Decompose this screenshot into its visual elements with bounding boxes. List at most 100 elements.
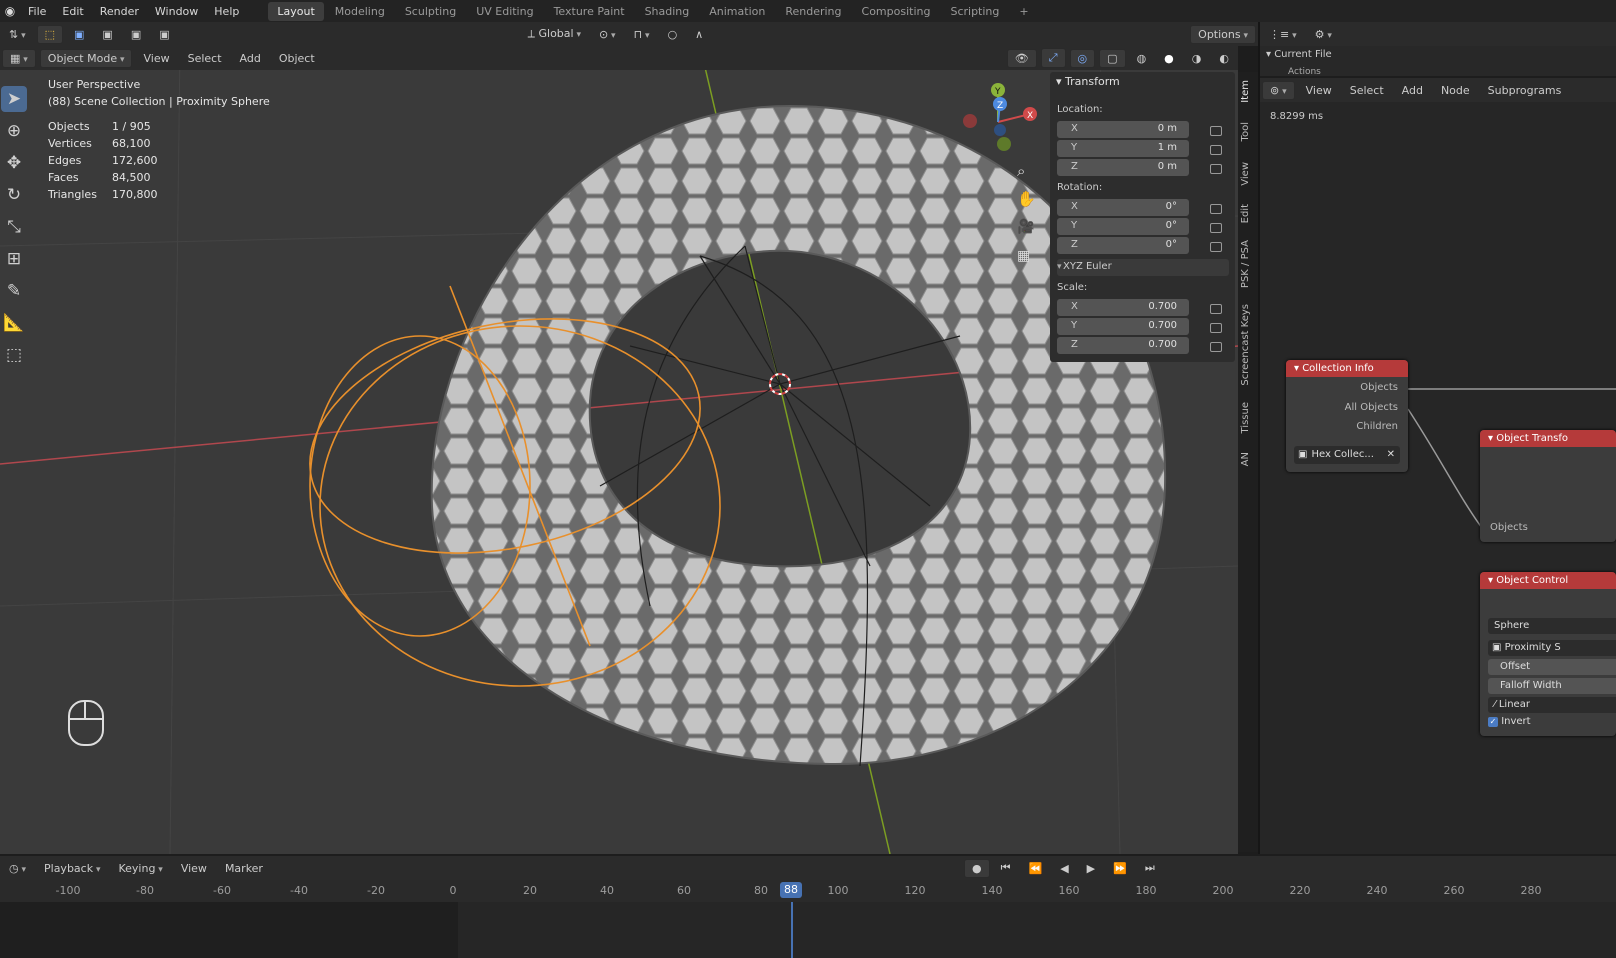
cursor-tool-icon[interactable]: ⊕: [1, 118, 27, 144]
lock-scale-y-icon[interactable]: [1210, 323, 1222, 333]
select-mode-new-icon[interactable]: ▣: [67, 26, 91, 43]
node-editor[interactable]: ⊚ View Select Add Node Subprograms 8.829…: [1260, 78, 1616, 854]
object-controller-header[interactable]: ▾ Object Control: [1480, 572, 1616, 589]
scale-y-field[interactable]: Y 0.700: [1057, 318, 1189, 335]
add-cube-tool-icon[interactable]: ⬚: [1, 342, 27, 368]
gizmo-toggle-icon[interactable]: ⤢: [1040, 48, 1066, 68]
select-mode-invert-icon[interactable]: ▣: [152, 26, 176, 43]
rotation-y-field[interactable]: Y 0°: [1057, 218, 1189, 235]
add-workspace-button[interactable]: +: [1010, 2, 1037, 21]
ortho-toggle-icon[interactable]: ▦: [1017, 248, 1030, 264]
editor-type-button[interactable]: ▦: [2, 48, 36, 68]
workspace-tab-compositing[interactable]: Compositing: [853, 2, 940, 21]
tab-tool[interactable]: Tool: [1240, 122, 1251, 141]
workspace-tab-scripting[interactable]: Scripting: [941, 2, 1008, 21]
timeline-ruler[interactable]: -100 -80 -60 -40 -20 0 20 40 60 80 100 1…: [0, 880, 1616, 902]
rotation-x-field[interactable]: X 0°: [1057, 199, 1189, 216]
scale-x-field[interactable]: X 0.700: [1057, 299, 1189, 316]
select-mode-subtract-icon[interactable]: ▣: [124, 26, 148, 43]
jump-keyframe-forward-icon[interactable]: ⏩: [1106, 860, 1134, 877]
falloff-icon[interactable]: ∧: [688, 26, 710, 43]
timeline-view-menu[interactable]: View: [174, 860, 214, 877]
jump-start-icon[interactable]: ⏮: [994, 859, 1018, 877]
pivot-point-icon[interactable]: ⊙: [592, 26, 623, 43]
annotate-tool-icon[interactable]: ✎: [1, 278, 27, 304]
select-tool-icon[interactable]: ⬚: [36, 24, 64, 44]
workspace-tab-modeling[interactable]: Modeling: [326, 2, 394, 21]
workspace-tab-animation[interactable]: Animation: [700, 2, 774, 21]
object-transforms-header[interactable]: ▾ Object Transfo: [1480, 430, 1616, 447]
workspace-tab-layout[interactable]: Layout: [268, 1, 324, 21]
transform-tool-icon[interactable]: ⊞: [1, 246, 27, 272]
invert-checkbox[interactable]: ✓ Invert: [1488, 716, 1531, 727]
measure-tool-icon[interactable]: 📐: [1, 310, 27, 336]
rotation-z-field[interactable]: Z 0°: [1057, 237, 1189, 254]
options-dropdown[interactable]: Options: [1190, 24, 1256, 44]
lock-location-z-icon[interactable]: [1210, 164, 1222, 174]
visibility-icon[interactable]: 👁: [1006, 48, 1037, 68]
overlay-toggle-icon[interactable]: ◎: [1069, 48, 1096, 68]
navigation-gizmo[interactable]: X Y Z: [958, 82, 1038, 162]
collection-info-node[interactable]: ▾ Collection Info Objects All Objects Ch…: [1286, 360, 1408, 472]
play-icon[interactable]: ▶: [1080, 860, 1102, 877]
location-x-field[interactable]: X0 m: [1057, 121, 1189, 138]
play-reverse-icon[interactable]: ◀: [1053, 860, 1075, 877]
shading-solid-icon[interactable]: ●: [1157, 50, 1181, 67]
camera-view-icon[interactable]: 🎥: [1017, 219, 1034, 235]
outliner-display-mode-icon[interactable]: ⚙: [1308, 26, 1339, 43]
interpolation-field[interactable]: ⁄ Linear: [1488, 697, 1616, 713]
move-tool-icon[interactable]: ✥: [1, 150, 27, 176]
proportional-edit-icon[interactable]: ○: [661, 26, 685, 43]
tab-tissue[interactable]: Tissue: [1240, 402, 1251, 434]
blender-logo-icon[interactable]: ◉: [0, 4, 20, 18]
jump-keyframe-back-icon[interactable]: ⏪: [1021, 860, 1049, 877]
object-controller-node[interactable]: ▾ Object Control Sphere ▣ Proximity S Of…: [1480, 572, 1616, 736]
zoom-icon[interactable]: ⌕: [1017, 162, 1025, 180]
lock-scale-x-icon[interactable]: [1210, 304, 1222, 314]
outliner-editor-type-icon[interactable]: ⋮≡: [1262, 26, 1304, 43]
viewport-menu-object[interactable]: Object: [272, 50, 322, 67]
shading-material-icon[interactable]: ◑: [1185, 50, 1209, 67]
proximity-object-field[interactable]: ▣ Proximity S: [1488, 640, 1616, 656]
workspace-tab-shading[interactable]: Shading: [636, 2, 699, 21]
lock-location-x-icon[interactable]: [1210, 126, 1222, 136]
lock-rotation-z-icon[interactable]: [1210, 242, 1222, 252]
menu-file[interactable]: File: [20, 5, 54, 18]
select-box-tool-icon[interactable]: ➤: [1, 86, 27, 112]
jump-end-icon[interactable]: ⏭: [1138, 859, 1162, 877]
object-mode-dropdown[interactable]: Object Mode: [39, 48, 133, 68]
timeline-body[interactable]: [0, 902, 1616, 958]
workspace-tab-sculpting[interactable]: Sculpting: [396, 2, 465, 21]
viewport-menu-select[interactable]: Select: [181, 50, 229, 67]
transform-panel-header[interactable]: ▾ Transform: [1056, 75, 1120, 88]
xray-toggle-icon[interactable]: ▢: [1099, 48, 1126, 68]
workspace-tab-uv-editing[interactable]: UV Editing: [467, 2, 542, 21]
menu-window[interactable]: Window: [147, 5, 206, 18]
scale-z-field[interactable]: Z 0.700: [1057, 337, 1189, 354]
lock-rotation-x-icon[interactable]: [1210, 204, 1222, 214]
rotate-tool-icon[interactable]: ↻: [1, 182, 27, 208]
select-mode-extend-icon[interactable]: ▣: [95, 26, 119, 43]
menu-help[interactable]: Help: [206, 5, 247, 18]
collection-field[interactable]: ▣ Hex Collec... ✕: [1294, 446, 1400, 464]
playback-menu[interactable]: Playback: [37, 860, 107, 877]
tab-item[interactable]: Item: [1240, 80, 1251, 103]
area-divider[interactable]: [1258, 22, 1260, 854]
shading-rendered-icon[interactable]: ◐: [1212, 50, 1236, 67]
lock-location-y-icon[interactable]: [1210, 145, 1222, 155]
shape-dropdown[interactable]: Sphere: [1488, 618, 1616, 634]
lock-scale-z-icon[interactable]: [1210, 342, 1222, 352]
clear-collection-icon[interactable]: ✕: [1387, 446, 1395, 464]
record-icon[interactable]: ●: [963, 858, 990, 878]
tab-psk-psa[interactable]: PSK / PSA: [1240, 240, 1251, 288]
current-frame-indicator[interactable]: 88: [780, 882, 802, 898]
location-y-field[interactable]: Y1 m: [1057, 140, 1189, 157]
falloff-width-field[interactable]: Falloff Width: [1488, 678, 1616, 694]
editor-menu-icon[interactable]: ⇅: [2, 26, 33, 43]
marker-menu[interactable]: Marker: [218, 860, 270, 877]
shading-wireframe-icon[interactable]: ◍: [1130, 50, 1154, 67]
workspace-tab-texture-paint[interactable]: Texture Paint: [545, 2, 634, 21]
lock-rotation-y-icon[interactable]: [1210, 223, 1222, 233]
viewport-menu-add[interactable]: Add: [233, 50, 268, 67]
scale-tool-icon[interactable]: ⤡: [1, 214, 27, 240]
